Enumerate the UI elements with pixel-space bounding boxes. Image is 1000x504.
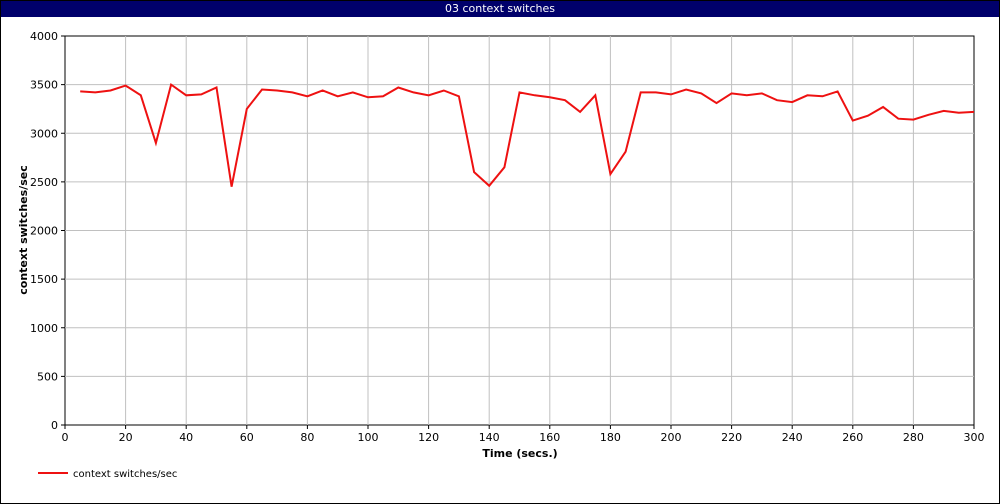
y-tick-label: 1000 <box>30 322 58 335</box>
y-tick-label: 4000 <box>30 30 58 43</box>
y-axis-ticks: 0 500 1000 1500 2000 2500 3000 3500 4000 <box>30 30 65 432</box>
y-tick-label: 3000 <box>30 127 58 140</box>
y-tick-label: 500 <box>37 370 58 383</box>
legend-label: context switches/sec <box>73 469 177 480</box>
y-tick-label: 1500 <box>30 273 58 286</box>
x-tick-label: 160 <box>539 431 560 444</box>
y-tick-label: 0 <box>51 419 58 432</box>
x-axis-label: Time (secs.) <box>482 447 557 460</box>
x-tick-label: 120 <box>418 431 439 444</box>
y-tick-label: 2000 <box>30 225 58 238</box>
x-tick-label: 180 <box>600 431 621 444</box>
x-tick-label: 280 <box>903 431 924 444</box>
x-tick-label: 240 <box>782 431 803 444</box>
x-tick-label: 260 <box>842 431 863 444</box>
legend: context switches/sec <box>38 469 177 480</box>
x-tick-label: 20 <box>119 431 133 444</box>
x-tick-label: 60 <box>240 431 254 444</box>
y-axis-label: context switches/sec <box>17 165 30 294</box>
x-tick-label: 40 <box>179 431 193 444</box>
line-chart: 0 20 40 60 80 100 120 140 160 180 200 220 240 260 280 3… <box>17 30 985 480</box>
y-tick-label: 3500 <box>30 79 58 92</box>
x-tick-label: 80 <box>300 431 314 444</box>
x-tick-label: 200 <box>661 431 682 444</box>
x-tick-label: 0 <box>62 431 69 444</box>
x-tick-label: 100 <box>358 431 379 444</box>
x-tick-label: 300 <box>964 431 985 444</box>
x-axis-ticks: 0 20 40 60 80 100 120 140 160 180 200 220 240 260 280 3… <box>62 425 985 444</box>
x-tick-label: 140 <box>479 431 500 444</box>
y-tick-label: 2500 <box>30 176 58 189</box>
x-tick-label: 220 <box>721 431 742 444</box>
